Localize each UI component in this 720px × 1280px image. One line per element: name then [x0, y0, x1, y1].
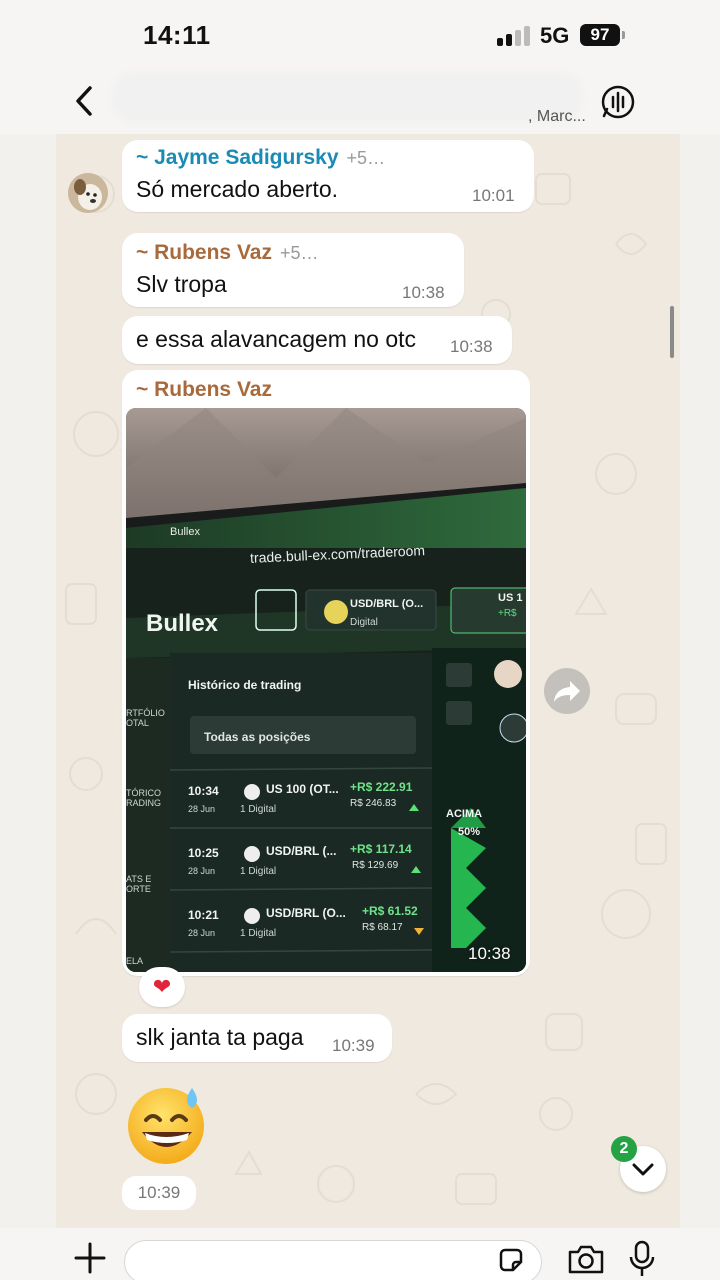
trade-profit: +R$ 117.14	[350, 842, 412, 856]
sidebar-label: ELA	[126, 956, 144, 966]
sticker-button[interactable]	[497, 1246, 525, 1274]
message-input[interactable]	[124, 1240, 542, 1280]
battery-icon: 97	[580, 24, 625, 46]
signal-icon	[497, 26, 531, 46]
photo-attachment[interactable]: Bullex trade.bull-ex.com/traderoom Bulle…	[126, 408, 526, 972]
sender-name: ~ Rubens Vaz	[136, 378, 272, 401]
group-members: , Marc...	[528, 108, 586, 125]
grinning-face-with-sweat-icon	[128, 1088, 204, 1164]
trade-profit: +R$ 222.91	[350, 780, 413, 794]
sticker-icon	[499, 1248, 523, 1272]
asset-tab-name: USD/BRL (O...	[350, 598, 424, 610]
panel-title: Histórico de trading	[188, 678, 302, 692]
trade-date: 28 Jun	[188, 866, 216, 876]
input-bar	[0, 1228, 720, 1280]
heart-reaction[interactable]: ❤	[139, 967, 185, 1007]
trade-time: 10:21	[188, 908, 219, 922]
sender-phone: +5…	[279, 243, 319, 263]
trade-time: 10:25	[188, 846, 219, 860]
microphone-icon	[629, 1240, 655, 1276]
share-arrow-icon	[554, 681, 580, 702]
message-text: Só mercado aberto.	[136, 176, 339, 202]
camera-button[interactable]	[566, 1242, 606, 1276]
chevron-left-icon	[76, 86, 92, 116]
scrollbar[interactable]	[670, 306, 674, 358]
status-bar: 14:11 5G 97	[0, 0, 720, 70]
trade-profit: +R$ 61.52	[362, 904, 418, 918]
chat-margin-right	[680, 134, 720, 1228]
message-text: e essa alavancagem no otc	[136, 326, 417, 352]
dog-avatar-image	[68, 173, 108, 213]
status-time: 14:11	[143, 20, 211, 50]
avatar[interactable]	[68, 173, 108, 213]
back-button[interactable]	[66, 80, 106, 124]
trade-date: 28 Jun	[188, 804, 216, 814]
bullex-logo: Bullex	[146, 610, 219, 637]
forward-button[interactable]	[544, 668, 590, 714]
asset-tab-type: Digital	[350, 617, 378, 628]
photo-time: 10:38	[468, 944, 511, 963]
trade-date: 28 Jun	[188, 928, 216, 938]
grinning-sweat-emoji[interactable]	[124, 1082, 210, 1168]
mic-button[interactable]	[628, 1240, 656, 1278]
message-bubble[interactable]: slk janta ta paga 10:39	[122, 1014, 392, 1062]
sidebar-label: RTFÓLIO OTAL	[126, 708, 165, 728]
trade-amount: R$ 68.17	[362, 922, 403, 933]
browser-tab-title: Bullex	[170, 526, 200, 538]
trading-screenshot-photo	[126, 408, 526, 972]
sidebar-label: TÓRICO RADING	[126, 788, 162, 808]
sender-name: ~ Jayme Sadigursky +5…	[136, 146, 386, 169]
message-time: 10:39	[332, 1036, 375, 1055]
trade-type: 1 Digital	[240, 804, 277, 815]
direction-percent: 50%	[458, 826, 481, 838]
sender-phone: +5…	[346, 148, 386, 168]
positions-filter: Todas as posições	[204, 730, 311, 744]
message-bubble[interactable]: e essa alavancagem no otc 10:38	[122, 316, 512, 364]
chat-margin-left	[0, 134, 56, 1228]
attach-button[interactable]	[72, 1240, 108, 1276]
message-time: 10:38	[402, 283, 445, 302]
direction-label: ACIMA	[446, 808, 483, 820]
audio-wave-icon	[601, 85, 635, 119]
voice-chat-button[interactable]	[598, 82, 638, 122]
message-text: slk janta ta paga	[136, 1024, 304, 1050]
trade-type: 1 Digital	[240, 928, 277, 939]
message-time: 10:01	[472, 186, 515, 205]
message-text: Slv tropa	[136, 271, 227, 297]
unread-badge: 2	[611, 1136, 637, 1162]
trade-type: 1 Digital	[240, 866, 277, 877]
trade-time: 10:34	[188, 784, 219, 798]
message-time: 10:38	[450, 337, 493, 356]
message-bubble[interactable]: ~ Rubens Vaz +5… Slv tropa 10:38	[122, 233, 464, 307]
group-title-redacted[interactable]	[112, 72, 582, 122]
asset-tab2-name: US 1	[498, 592, 523, 604]
trade-asset: US 100 (OT...	[266, 782, 339, 796]
sender-name: ~ Rubens Vaz +5…	[136, 241, 319, 264]
sidebar-label: ATS E ORTE	[126, 874, 152, 894]
trade-asset: USD/BRL (O...	[266, 906, 346, 920]
trade-asset: USD/BRL (...	[266, 844, 337, 858]
asset-tab2-value: +R$	[498, 608, 517, 619]
camera-icon	[568, 1245, 604, 1274]
trade-row: 10:34 28 Jun US 100 (OT... 1 Digital +R$…	[188, 780, 428, 824]
trade-row: 10:21 28 Jun USD/BRL (O... 1 Digital +R$…	[188, 904, 428, 948]
trade-row: 10:25 28 Jun USD/BRL (... 1 Digital +R$ …	[188, 842, 428, 886]
message-time: 10:39	[122, 1176, 196, 1210]
message-bubble[interactable]: ~ Jayme Sadigursky +5… Só mercado aberto.…	[122, 140, 534, 212]
chat-header: , Marc...	[0, 70, 720, 134]
plus-icon	[74, 1242, 106, 1274]
trade-amount: R$ 246.83	[350, 798, 397, 809]
network-label: 5G	[540, 23, 570, 48]
trade-amount: R$ 129.69	[352, 860, 399, 871]
